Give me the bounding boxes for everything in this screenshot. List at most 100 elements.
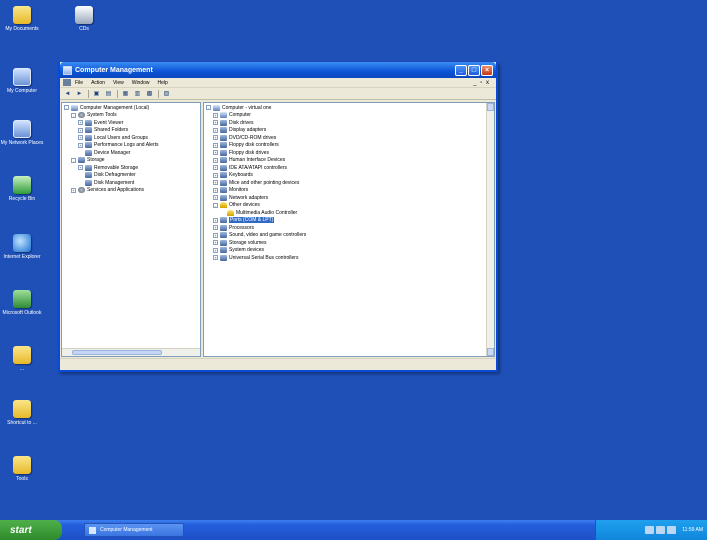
tree-item[interactable]: Device Manager [64, 149, 198, 157]
desktop-icon-folder-2[interactable]: Shortcut to ... [0, 400, 44, 426]
desktop-icon-cds[interactable]: CDs [62, 6, 106, 32]
mdi-window-icon[interactable] [63, 79, 71, 86]
expand-toggle[interactable]: + [78, 127, 83, 133]
tree-item[interactable]: + Processors [206, 224, 492, 232]
security-tray-icon[interactable] [667, 526, 677, 534]
expand-toggle[interactable]: + [213, 120, 218, 126]
expand-toggle[interactable]: + [213, 232, 218, 238]
tree-item[interactable]: + Event Viewer [64, 119, 198, 127]
tree-item[interactable]: Multimedia Audio Controller [206, 209, 492, 217]
scan-hardware-button[interactable]: ▧ [162, 90, 171, 98]
desktop-icon-outlook[interactable]: Microsoft Outlook [0, 290, 44, 316]
properties-button[interactable]: ▦ [121, 90, 130, 98]
left-horizontal-scrollbar[interactable] [62, 348, 200, 356]
tree-item[interactable]: + Ports (COM & LPT) [206, 217, 492, 225]
tree-item[interactable]: + Local Users and Groups [64, 134, 198, 142]
tree-item[interactable]: + Mice and other pointing devices [206, 179, 492, 187]
expand-toggle[interactable]: + [78, 165, 83, 171]
collapse-toggle[interactable]: - [71, 157, 76, 163]
expand-toggle[interactable]: + [213, 195, 218, 201]
tree-item[interactable]: - System Tools [64, 112, 198, 120]
show-hide-tree-button[interactable]: ▤ [104, 90, 113, 98]
title-bar[interactable]: Computer Management _ □ × [60, 62, 496, 78]
tree-item[interactable]: + Removable Storage [64, 164, 198, 172]
expand-toggle[interactable]: + [213, 157, 218, 163]
mdi-controls[interactable]: _ ▫ x [473, 80, 490, 86]
volume-tray-icon[interactable] [656, 526, 666, 534]
tree-item[interactable]: Disk Defragmenter [64, 172, 198, 180]
scroll-up-button[interactable] [487, 103, 494, 111]
collapse-toggle[interactable]: - [64, 105, 69, 111]
desktop-icon-folder-1[interactable]: ... [0, 346, 44, 372]
expand-toggle[interactable]: + [213, 255, 218, 261]
expand-toggle[interactable]: + [78, 142, 83, 148]
expand-toggle[interactable]: + [213, 165, 218, 171]
expand-toggle[interactable]: + [213, 172, 218, 178]
menu-file[interactable]: File [75, 80, 83, 86]
expand-toggle[interactable]: + [213, 217, 218, 223]
tree-item[interactable]: + Sound, video and game controllers [206, 232, 492, 240]
expand-toggle[interactable]: + [213, 112, 218, 118]
tree-item[interactable]: + Monitors [206, 187, 492, 195]
expand-toggle[interactable]: + [213, 142, 218, 148]
tree-item[interactable]: + Display adapters [206, 127, 492, 135]
taskbar-item-computer-management[interactable]: Computer Management [84, 523, 184, 537]
tree-item[interactable]: + IDE ATA/ATAPI controllers [206, 164, 492, 172]
desktop-icon-internet-explorer[interactable]: Internet Explorer [0, 234, 44, 260]
tree-item[interactable]: + Storage volumes [206, 239, 492, 247]
print-button[interactable]: ▥ [133, 90, 142, 98]
tree-item[interactable]: Disk Management [64, 179, 198, 187]
menu-window[interactable]: Window [132, 80, 150, 86]
tree-item[interactable]: - Other devices [206, 202, 492, 210]
tree-item[interactable]: + Computer [206, 112, 492, 120]
help-button[interactable]: ▩ [145, 90, 154, 98]
expand-toggle[interactable]: + [78, 120, 83, 126]
tree-item[interactable]: + Shared Folders [64, 127, 198, 135]
tree-item[interactable]: + Performance Logs and Alerts [64, 142, 198, 150]
collapse-toggle[interactable]: - [206, 105, 211, 111]
minimize-button[interactable]: _ [455, 64, 467, 76]
expand-toggle[interactable]: + [213, 135, 218, 141]
collapse-toggle[interactable]: - [213, 202, 218, 208]
tree-item[interactable]: + Universal Serial Bus controllers [206, 254, 492, 262]
tree-item[interactable]: + Human Interface Devices [206, 157, 492, 165]
tree-item[interactable]: - Storage [64, 157, 198, 165]
desktop-icon-network-places[interactable]: My Network Places [0, 120, 44, 146]
collapse-toggle[interactable]: - [71, 112, 76, 118]
expand-toggle[interactable]: + [213, 150, 218, 156]
desktop-icon-recycle-bin[interactable]: Recycle Bin [0, 176, 44, 202]
tree-item[interactable]: + Network adapters [206, 194, 492, 202]
expand-toggle[interactable]: + [71, 187, 76, 193]
tree-item[interactable]: + Floppy disk drives [206, 149, 492, 157]
tree-item[interactable]: + System devices [206, 247, 492, 255]
close-button[interactable]: × [481, 64, 493, 76]
tree-item[interactable]: + DVD/CD-ROM drives [206, 134, 492, 142]
maximize-button[interactable]: □ [468, 64, 480, 76]
tree-item[interactable]: + Disk drives [206, 119, 492, 127]
tree-root-row[interactable]: - Computer - virtual one [206, 104, 492, 112]
start-button[interactable]: start [0, 520, 62, 540]
expand-toggle[interactable]: + [213, 180, 218, 186]
menu-help[interactable]: Help [158, 80, 168, 86]
up-level-button[interactable]: ▣ [92, 90, 101, 98]
expand-toggle[interactable]: + [213, 240, 218, 246]
desktop-icon-my-documents[interactable]: My Documents [0, 6, 44, 32]
tree-item[interactable]: + Services and Applications [64, 187, 198, 195]
device-vertical-scrollbar[interactable] [486, 103, 494, 356]
network-tray-icon[interactable] [645, 526, 655, 534]
expand-toggle[interactable]: + [78, 135, 83, 141]
scroll-down-button[interactable] [487, 348, 494, 356]
menu-view[interactable]: View [113, 80, 124, 86]
tree-item[interactable]: - Computer Management (Local) [64, 104, 198, 112]
back-button[interactable]: ◄ [63, 90, 72, 98]
expand-toggle[interactable]: + [213, 225, 218, 231]
forward-button[interactable]: ► [75, 90, 84, 98]
menu-action[interactable]: Action [91, 80, 105, 86]
tree-item[interactable]: + Keyboards [206, 172, 492, 180]
tree-item[interactable]: + Floppy disk controllers [206, 142, 492, 150]
desktop-icon-tools[interactable]: Tools [0, 456, 44, 482]
expand-toggle[interactable]: + [213, 187, 218, 193]
expand-toggle[interactable]: + [213, 247, 218, 253]
desktop-icon-my-computer[interactable]: My Computer [0, 68, 44, 94]
expand-toggle[interactable]: + [213, 127, 218, 133]
